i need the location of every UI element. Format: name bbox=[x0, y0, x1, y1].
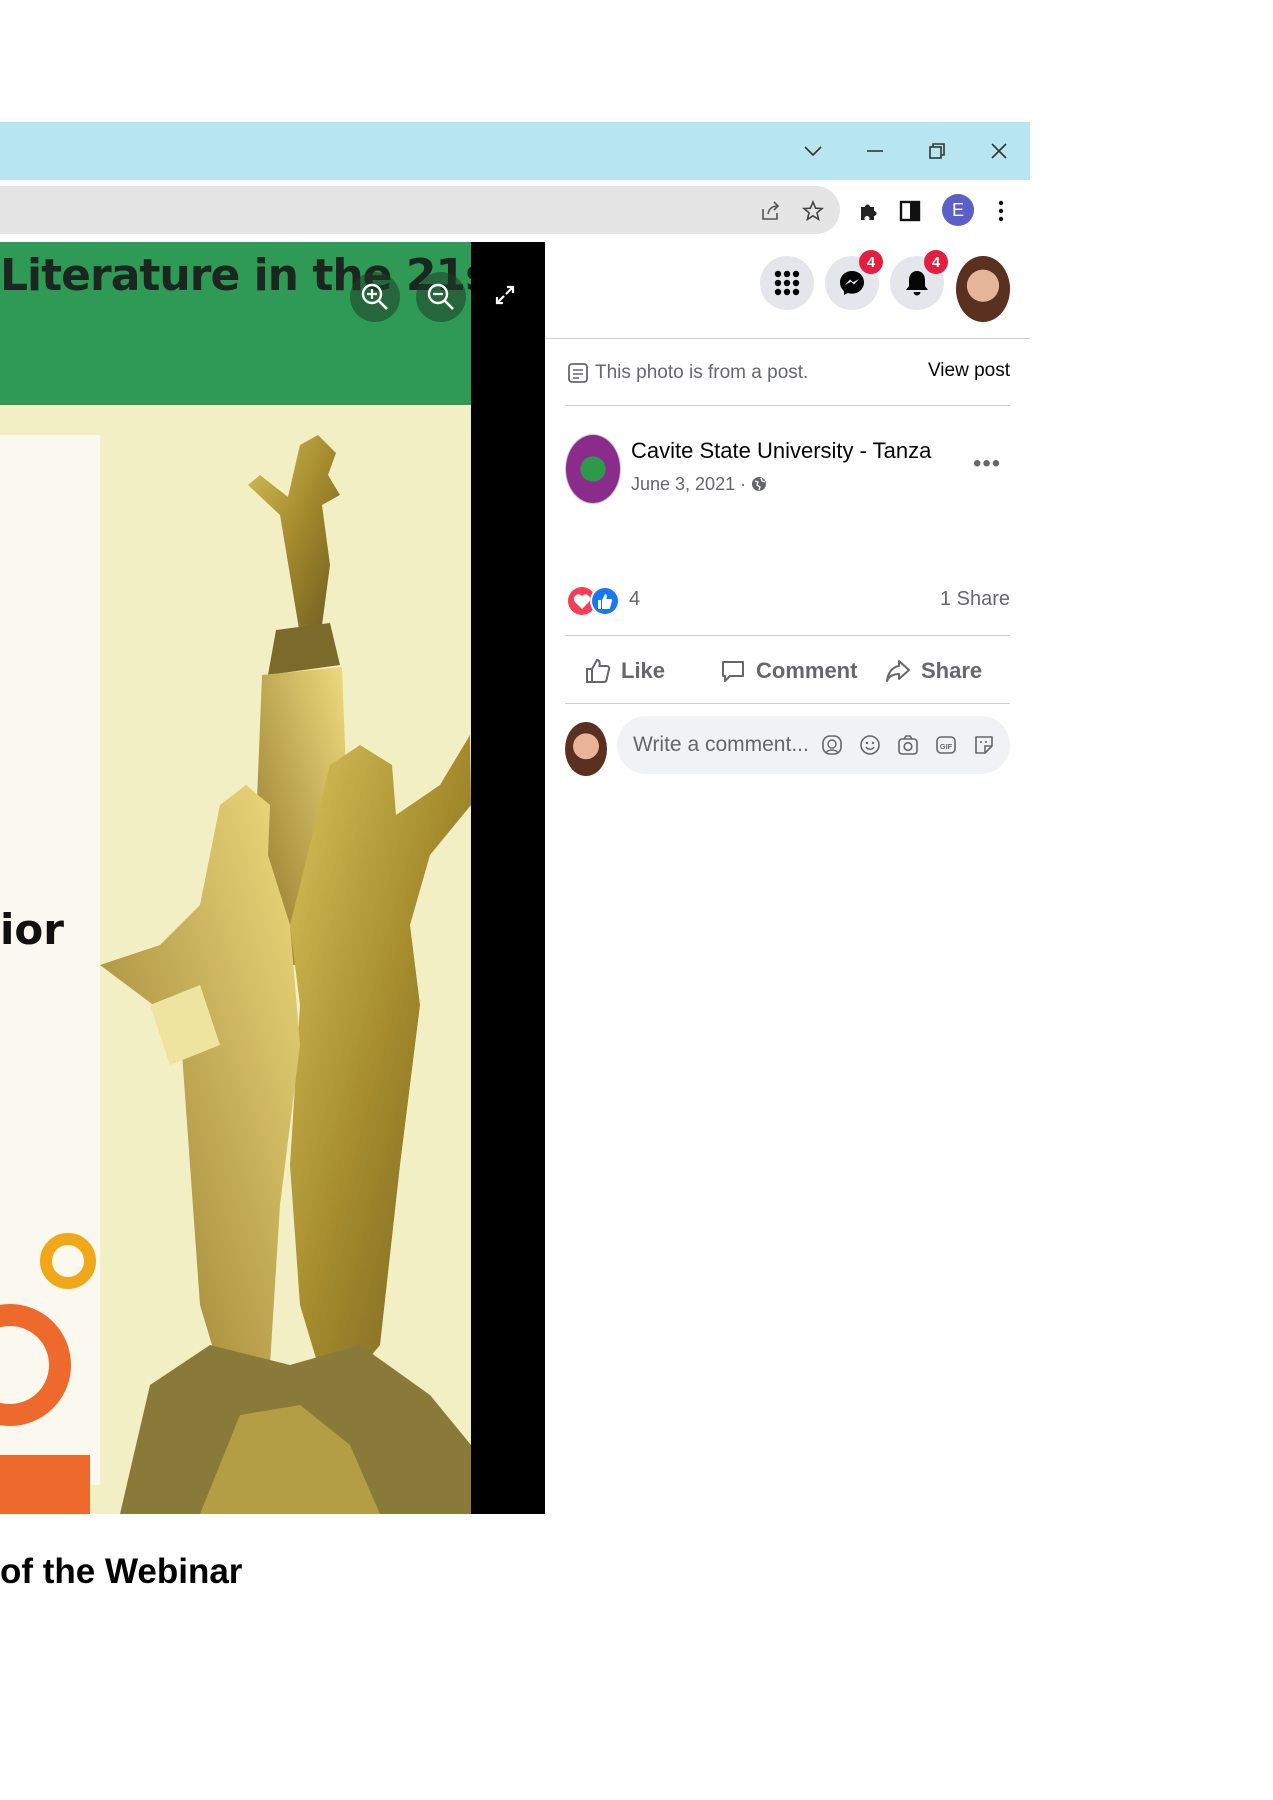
emoji-icon[interactable] bbox=[858, 733, 882, 757]
minimize-button[interactable] bbox=[848, 122, 902, 180]
menu-grid-button[interactable] bbox=[760, 256, 814, 310]
browser-title-bar bbox=[0, 122, 1030, 180]
sticker-icon[interactable] bbox=[972, 733, 996, 757]
facebook-post-panel: 4 4 This photo is from a post. View post… bbox=[545, 242, 1030, 802]
notifications-button[interactable]: 4 bbox=[890, 250, 948, 310]
restore-button[interactable] bbox=[910, 122, 964, 180]
zoom-out-button[interactable] bbox=[416, 272, 466, 322]
profile-avatar-button[interactable]: E bbox=[942, 194, 974, 226]
expand-icon bbox=[495, 285, 515, 305]
view-post-link[interactable]: View post bbox=[928, 360, 1010, 382]
page-name-link[interactable]: Cavite State University - Tanza bbox=[631, 438, 931, 464]
share-label: Share bbox=[921, 658, 983, 683]
like-label: Like bbox=[621, 658, 666, 683]
comment-placeholder: Write a comment... bbox=[633, 733, 809, 756]
photo-banner: Literature in the 21st bbox=[0, 242, 471, 405]
photo-viewer: Literature in the 21st ior bbox=[0, 242, 545, 1514]
more-options-icon[interactable]: ••• bbox=[973, 450, 1001, 478]
zoom-in-icon bbox=[361, 283, 388, 310]
divider bbox=[565, 635, 1010, 636]
messenger-badge: 4 bbox=[859, 250, 883, 274]
messenger-icon bbox=[840, 271, 864, 295]
avatar-sticker-icon[interactable] bbox=[820, 733, 844, 757]
banner-title: Literature in the 21st bbox=[0, 250, 471, 301]
tab-search-chevron-icon[interactable] bbox=[786, 122, 840, 180]
address-bar[interactable] bbox=[0, 186, 840, 234]
svg-text:GIF: GIF bbox=[940, 742, 953, 751]
thumbs-up-icon bbox=[586, 658, 611, 683]
commenter-avatar bbox=[565, 722, 607, 776]
camera-icon[interactable] bbox=[896, 733, 920, 757]
comment-icon bbox=[722, 661, 744, 682]
menu-kebab-icon[interactable] bbox=[984, 194, 1018, 228]
figure-caption: of the Webinar bbox=[0, 1552, 243, 1591]
comment-input[interactable]: Write a comment... GIF bbox=[617, 716, 1010, 774]
divider bbox=[565, 405, 1010, 406]
divider bbox=[545, 338, 1030, 339]
like-button[interactable]: Like bbox=[585, 646, 665, 696]
zoom-in-button[interactable] bbox=[350, 272, 400, 322]
photo-artwork: ior bbox=[0, 405, 471, 1514]
zoom-out-icon bbox=[427, 283, 454, 310]
post-date-text: June 3, 2021 · bbox=[631, 474, 747, 494]
post-date[interactable]: June 3, 2021 · bbox=[631, 474, 767, 495]
divider bbox=[565, 703, 1010, 704]
statue-illustration bbox=[0, 435, 471, 1514]
grid-icon bbox=[774, 270, 800, 296]
post-document-icon bbox=[568, 363, 588, 383]
reaction-count[interactable]: 4 bbox=[629, 588, 640, 611]
share-button[interactable]: Share bbox=[885, 646, 982, 696]
extensions-puzzle-icon[interactable] bbox=[851, 194, 885, 228]
messenger-button[interactable]: 4 bbox=[825, 250, 883, 310]
comment-label: Comment bbox=[756, 658, 858, 683]
globe-icon bbox=[752, 477, 767, 491]
photo-source-note: This photo is from a post. bbox=[595, 362, 809, 383]
page-avatar[interactable] bbox=[565, 434, 621, 504]
expand-button[interactable] bbox=[488, 278, 522, 312]
share-arrow-icon bbox=[886, 660, 910, 682]
gif-icon[interactable]: GIF bbox=[934, 733, 958, 757]
share-icon[interactable] bbox=[754, 194, 788, 228]
bookmark-star-icon[interactable] bbox=[796, 194, 830, 228]
browser-toolbar: E bbox=[0, 180, 1030, 242]
profile-initial: E bbox=[951, 199, 964, 220]
share-count[interactable]: 1 Share bbox=[940, 588, 1010, 611]
close-window-button[interactable] bbox=[972, 122, 1026, 180]
side-panel-icon[interactable] bbox=[893, 194, 927, 228]
account-avatar[interactable] bbox=[956, 256, 1010, 322]
reaction-icons[interactable] bbox=[567, 584, 621, 618]
comment-button[interactable]: Comment bbox=[720, 646, 857, 696]
bell-icon bbox=[906, 271, 928, 296]
notifications-badge: 4 bbox=[924, 250, 948, 274]
